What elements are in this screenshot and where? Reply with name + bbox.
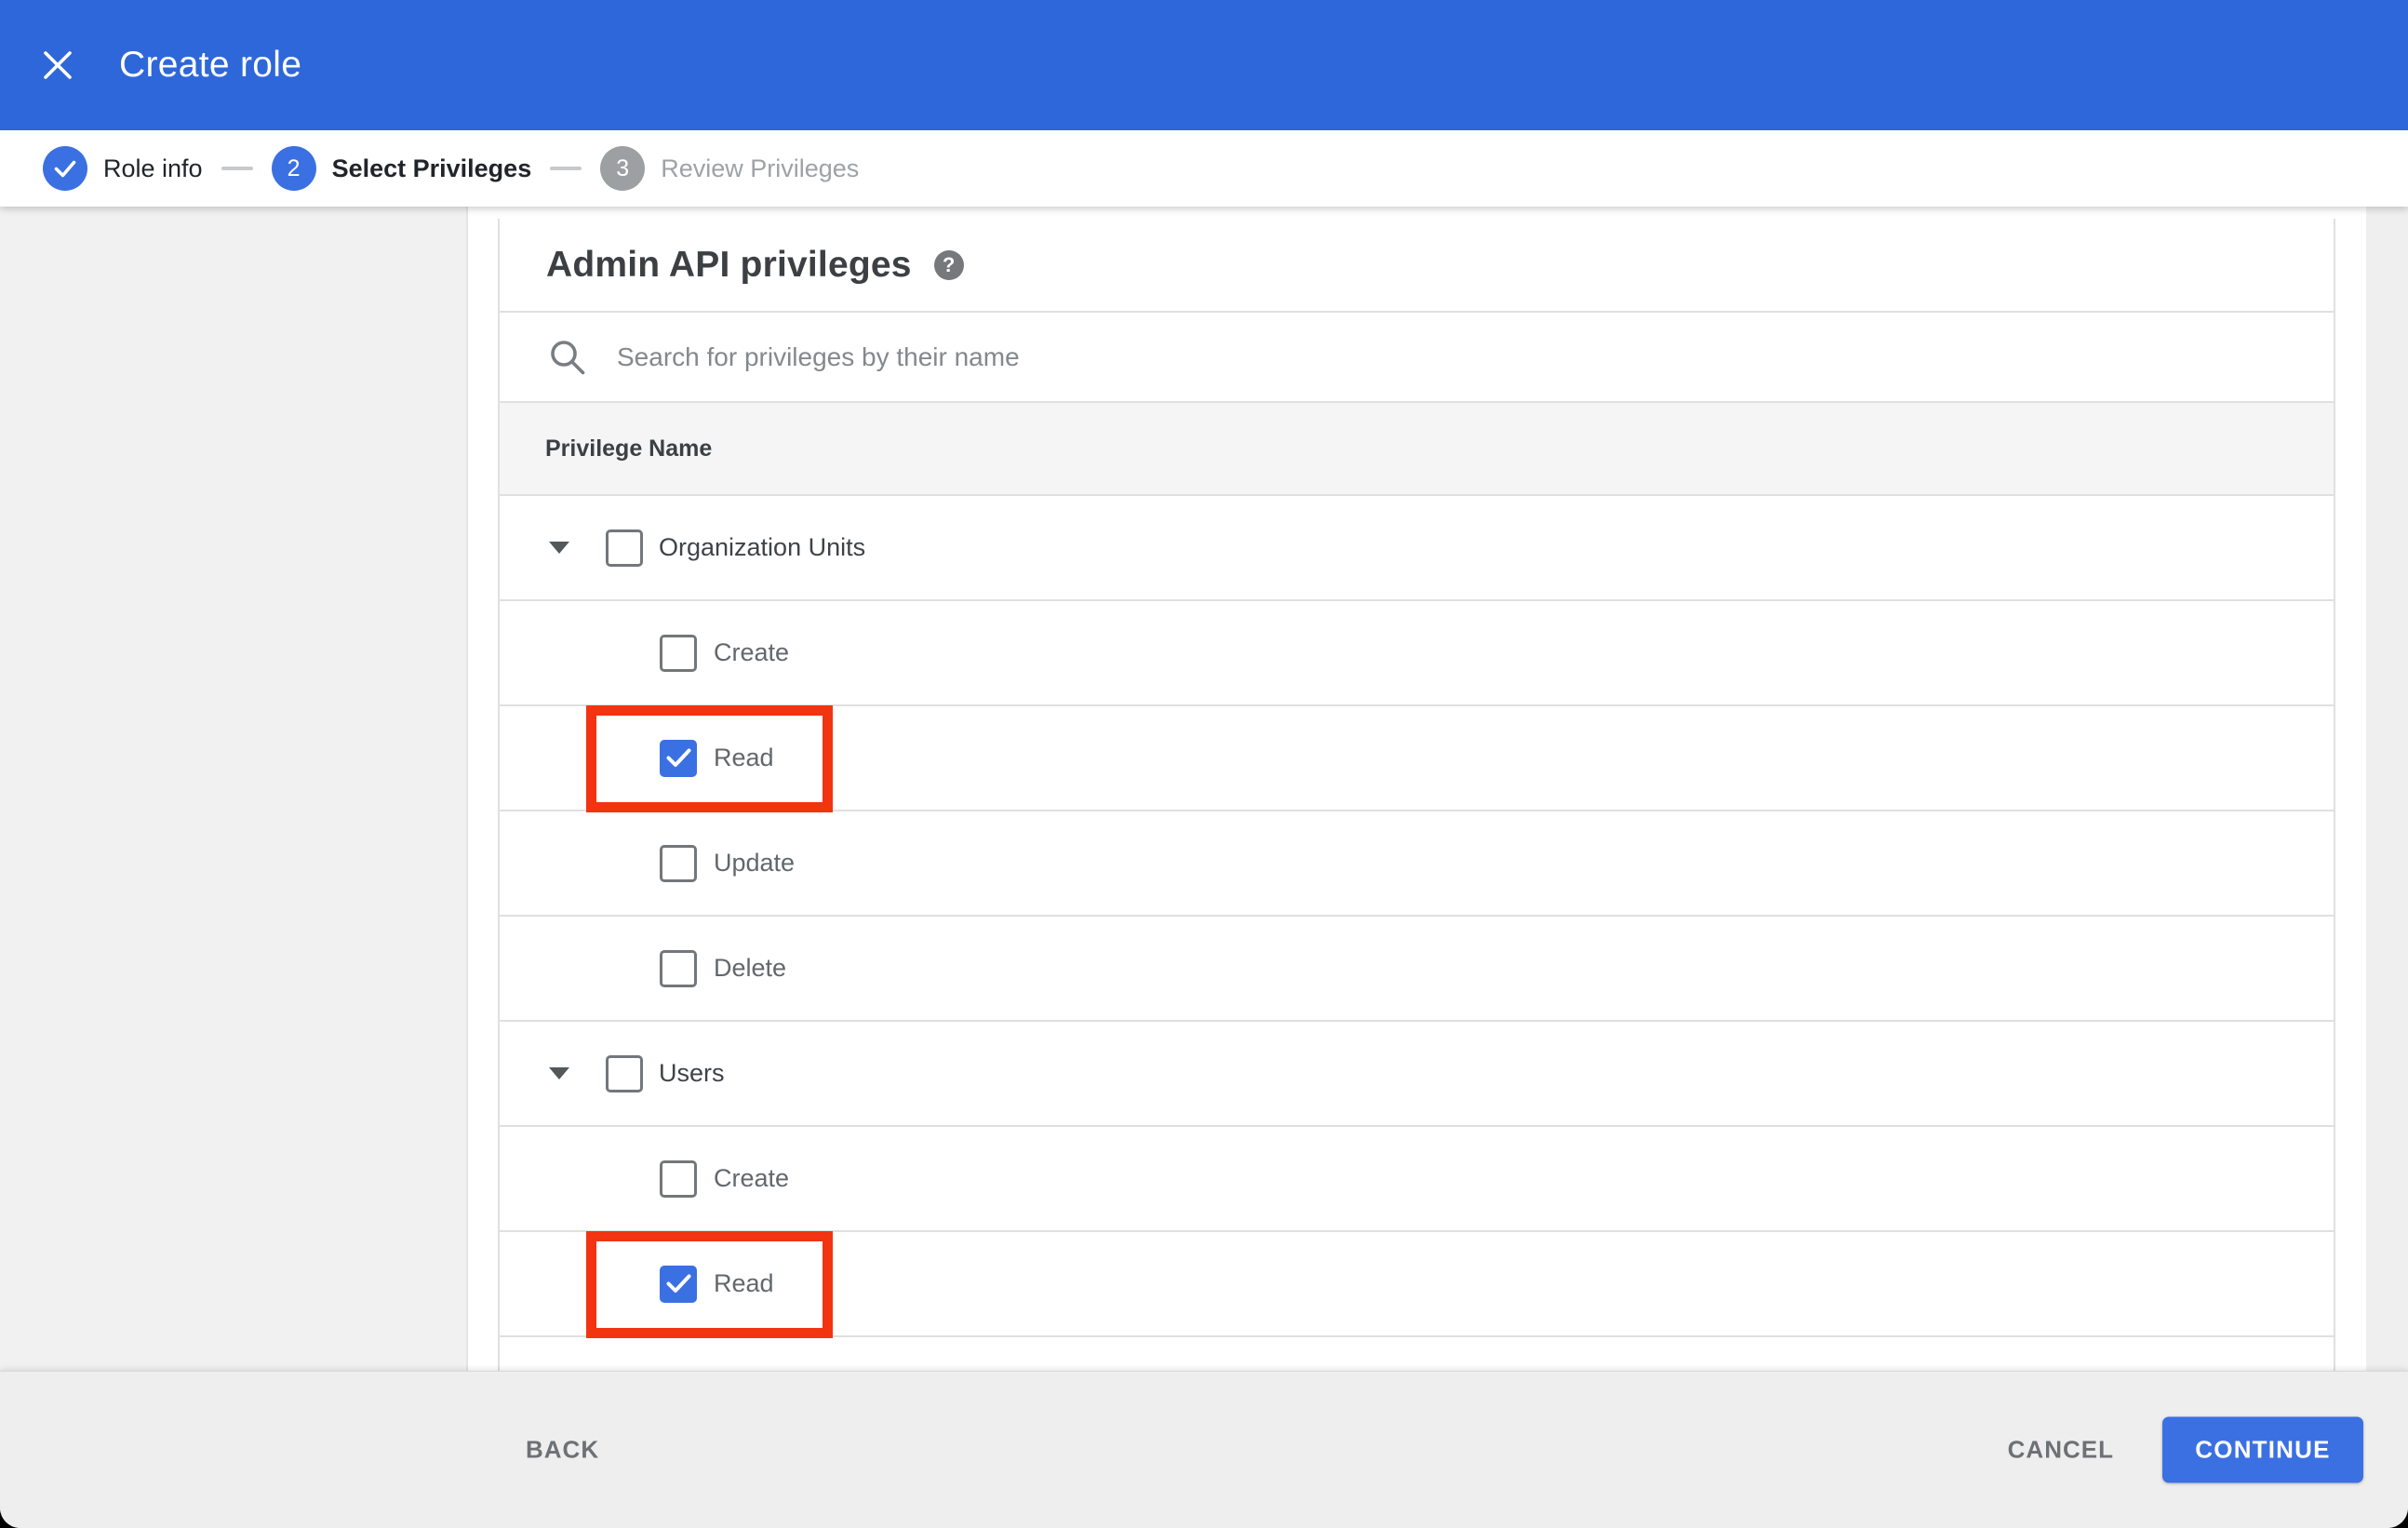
search-input[interactable]: [615, 341, 2014, 373]
privilege-search-row: [500, 313, 2334, 403]
privilege-row-create[interactable]: Create: [500, 601, 2334, 706]
back-button[interactable]: BACK: [526, 1436, 599, 1465]
help-icon[interactable]: ?: [933, 249, 964, 280]
appbar: Create role: [0, 0, 2408, 130]
stepper: Role info 2 Select Privileges 3 Review P…: [0, 130, 2408, 207]
table-header-row: Privilege Name: [500, 403, 2334, 496]
scrollbar-track[interactable]: [2366, 207, 2408, 1372]
privilege-row-create[interactable]: Create: [500, 1127, 2334, 1232]
step-label: Select Privileges: [331, 154, 532, 182]
checkbox-unchecked[interactable]: [660, 1159, 697, 1198]
step-connector: [550, 167, 582, 170]
check-icon: [666, 748, 690, 767]
check-icon: [54, 160, 76, 177]
step-number-circle: 3: [600, 146, 646, 191]
step-review-privileges[interactable]: 3 Review Privileges: [600, 146, 859, 191]
checkbox-unchecked[interactable]: [660, 844, 697, 882]
search-icon: [551, 340, 585, 374]
privileges-panel: Admin API privileges ? Privilege Name Or…: [498, 219, 2335, 1528]
create-role-dialog: Create role Role info 2 Select Privilege…: [0, 0, 2408, 1528]
column-header-privilege-name: Privilege Name: [545, 435, 713, 462]
privilege-label: Users: [659, 1059, 725, 1087]
privilege-row-read[interactable]: Read: [500, 706, 2334, 811]
panel-heading-row: Admin API privileges ?: [500, 219, 2334, 313]
step-label: Role info: [103, 154, 203, 182]
privilege-label: Read: [714, 1269, 774, 1297]
close-button[interactable]: [41, 48, 74, 82]
screen: Create role Role info 2 Select Privilege…: [0, 0, 2408, 1528]
cancel-button[interactable]: CANCEL: [2008, 1436, 2114, 1465]
step-number-circle: 2: [271, 146, 316, 191]
privilege-label: Update: [714, 849, 796, 877]
privilege-row-delete[interactable]: Delete: [500, 917, 2334, 1022]
privilege-row-organization-units[interactable]: Organization Units: [500, 496, 2334, 601]
checkbox-unchecked[interactable]: [660, 634, 697, 672]
checkbox-unchecked[interactable]: [606, 529, 643, 567]
privilege-label: Create: [714, 638, 790, 666]
privilege-row-read[interactable]: Read: [500, 1232, 2334, 1337]
close-icon: [44, 51, 72, 79]
step-role-info[interactable]: Role info: [43, 146, 203, 191]
privilege-row-users[interactable]: Users: [500, 1022, 2334, 1127]
checkbox-checked[interactable]: [660, 739, 697, 777]
panel-title: Admin API privileges: [546, 244, 912, 285]
privilege-label: Read: [714, 744, 774, 771]
step-label: Review Privileges: [661, 154, 860, 182]
privilege-label: Organization Units: [659, 533, 866, 561]
step-connector: [221, 167, 253, 170]
checkbox-checked[interactable]: [660, 1265, 697, 1303]
checkbox-unchecked[interactable]: [660, 949, 697, 987]
step-complete-circle: [43, 146, 87, 191]
checkbox-unchecked[interactable]: [606, 1054, 643, 1092]
privilege-rows: Organization Units Create Read Update Delete…: [500, 496, 2334, 1449]
left-sidebar: [0, 207, 468, 1528]
check-icon: [666, 1274, 690, 1293]
continue-button[interactable]: CONTINUE: [2162, 1416, 2363, 1483]
footer-actions: CANCEL CONTINUE: [2008, 1416, 2363, 1483]
privilege-row-update[interactable]: Update: [500, 811, 2334, 917]
expand-arrow-icon[interactable]: [549, 542, 569, 554]
footer-bar: BACK CANCEL CONTINUE: [0, 1371, 2408, 1528]
privilege-label: Delete: [714, 954, 787, 982]
dialog-title: Create role: [119, 45, 302, 85]
step-select-privileges[interactable]: 2 Select Privileges: [271, 146, 532, 191]
privilege-label: Create: [714, 1164, 790, 1192]
expand-arrow-icon[interactable]: [549, 1067, 569, 1079]
